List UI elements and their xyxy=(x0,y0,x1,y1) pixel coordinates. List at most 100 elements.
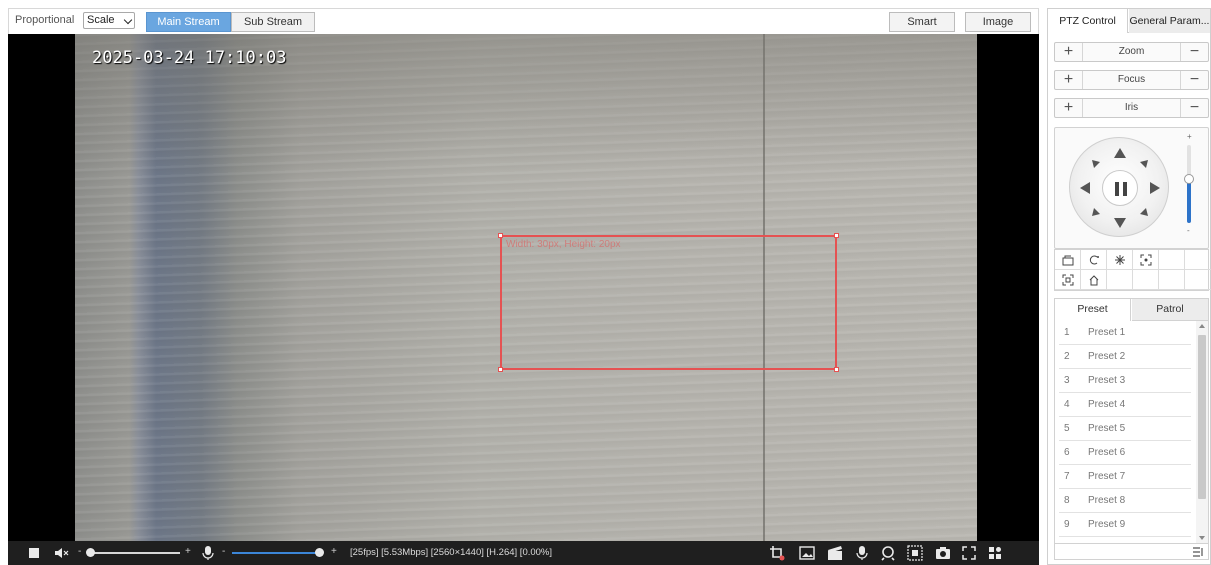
preset-scrollbar[interactable] xyxy=(1196,321,1208,543)
preset-section: Preset Patrol 1 Preset 1 2 Preset 2 3 Preset … xyxy=(1054,298,1209,560)
volume-track[interactable] xyxy=(88,552,180,554)
snapshot-gallery-icon[interactable] xyxy=(798,541,816,565)
tab-preset[interactable]: Preset xyxy=(1055,299,1131,321)
panel-tabs: PTZ Control General Param... xyxy=(1048,9,1210,33)
video-toolbar: Proportional Scale Main Stream Sub Strea… xyxy=(8,8,1039,34)
arrow-left-icon[interactable] xyxy=(1080,182,1090,194)
region-handle-bottom-left[interactable] xyxy=(498,367,503,372)
talk-microphone-icon[interactable] xyxy=(854,541,870,565)
region-handle-bottom-right[interactable] xyxy=(834,367,839,372)
zoom-control: + Zoom − xyxy=(1054,42,1209,62)
ptz-speed-slider[interactable] xyxy=(1184,145,1194,223)
playback-status-bar: - + - + [25fps] [5.53Mbps] [2560×1440] [… xyxy=(8,541,1039,565)
osd-timestamp: 2025-03-24 17:10:03 xyxy=(92,48,287,68)
preset-name: Preset 1 xyxy=(1088,327,1126,338)
ptz-direction-pad: + - xyxy=(1054,127,1209,249)
preset-item[interactable]: 1 Preset 1 xyxy=(1059,321,1191,345)
preset-item[interactable]: 2 Preset 2 xyxy=(1059,345,1191,369)
preset-footer xyxy=(1055,543,1208,559)
speed-minus-label: - xyxy=(1187,226,1190,235)
preset-number: 7 xyxy=(1064,471,1070,482)
mic-knob[interactable] xyxy=(315,548,324,557)
zoom-label: Zoom xyxy=(1118,46,1145,57)
tab-general-param[interactable]: General Param... xyxy=(1129,9,1210,33)
detection-region-box[interactable]: Width: 30px, Height: 20px xyxy=(498,233,839,372)
pause-button[interactable] xyxy=(1102,170,1138,206)
stream-info-text: [25fps] [5.53Mbps] [2560×1440] [H.264] [… xyxy=(350,547,553,558)
mic-plus: + xyxy=(331,546,337,557)
grid-empty-cell xyxy=(1185,250,1211,270)
grid-empty-cell xyxy=(1133,270,1159,290)
preset-name: Preset 4 xyxy=(1088,399,1126,410)
sub-stream-button[interactable]: Sub Stream xyxy=(231,12,315,32)
focus-near-button[interactable]: + xyxy=(1055,71,1083,89)
preset-item[interactable]: 7 Preset 7 xyxy=(1059,465,1191,489)
arrow-down-icon[interactable] xyxy=(1114,218,1126,228)
arrow-down-right-icon[interactable] xyxy=(1140,208,1148,216)
collapse-panel-icon[interactable] xyxy=(1192,546,1204,558)
speaker-muted-icon[interactable] xyxy=(54,541,70,565)
iris-close-button[interactable]: − xyxy=(1180,99,1208,117)
speed-plus-label: + xyxy=(1187,132,1192,141)
tab-ptz-control[interactable]: PTZ Control xyxy=(1048,9,1128,33)
record-clapper-icon[interactable] xyxy=(826,541,844,565)
scroll-up-icon[interactable] xyxy=(1196,321,1208,331)
chevron-down-icon xyxy=(123,15,133,25)
region-zoom-icon[interactable] xyxy=(1055,270,1081,290)
stop-icon[interactable] xyxy=(28,541,40,565)
iris-open-button[interactable]: + xyxy=(1055,99,1083,117)
ptz-speed-knob[interactable] xyxy=(1184,174,1194,184)
live-video-area[interactable]: Width: 30px, Height: 20px 2025-03-24 17:… xyxy=(8,34,1039,541)
preset-name: Preset 2 xyxy=(1088,351,1126,362)
focus-far-button[interactable]: − xyxy=(1180,71,1208,89)
preset-item[interactable]: 4 Preset 4 xyxy=(1059,393,1191,417)
light-icon[interactable] xyxy=(1107,250,1133,270)
zoom-out-button[interactable]: − xyxy=(1180,43,1208,61)
region-handle-top-right[interactable] xyxy=(834,233,839,238)
arrow-up-right-icon[interactable] xyxy=(1140,160,1148,168)
preset-item[interactable]: 5 Preset 5 xyxy=(1059,417,1191,441)
preset-name: Preset 6 xyxy=(1088,447,1126,458)
preset-item[interactable]: 8 Preset 8 xyxy=(1059,489,1191,513)
zoom-in-button[interactable]: + xyxy=(1055,43,1083,61)
preset-scroll-thumb[interactable] xyxy=(1198,335,1206,499)
camera-snapshot-icon[interactable] xyxy=(934,541,952,565)
image-button[interactable]: Image xyxy=(965,12,1031,32)
auto-focus-icon[interactable] xyxy=(1133,250,1159,270)
live-video-frame[interactable]: Width: 30px, Height: 20px xyxy=(75,34,977,541)
grid-empty-cell xyxy=(1159,270,1185,290)
scroll-down-icon[interactable] xyxy=(1196,533,1208,543)
smart-button[interactable]: Smart xyxy=(889,12,955,32)
microphone-icon[interactable] xyxy=(201,541,215,565)
preset-number: 8 xyxy=(1064,495,1070,506)
preset-item[interactable]: 6 Preset 6 xyxy=(1059,441,1191,465)
preset-name: Preset 8 xyxy=(1088,495,1126,506)
arrow-down-left-icon[interactable] xyxy=(1092,208,1100,216)
main-stream-button[interactable]: Main Stream xyxy=(146,12,231,32)
wiper-icon[interactable] xyxy=(1081,250,1107,270)
tab-patrol[interactable]: Patrol xyxy=(1132,299,1208,321)
region-handle-top-left[interactable] xyxy=(498,233,503,238)
direction-joystick[interactable] xyxy=(1069,137,1169,237)
scale-select[interactable]: Scale xyxy=(83,12,135,29)
ptz-panel: PTZ Control General Param... + Zoom − + … xyxy=(1047,8,1211,565)
preset-tabs: Preset Patrol xyxy=(1055,299,1208,321)
zoom-search-icon[interactable] xyxy=(880,541,898,565)
focus-control: + Focus − xyxy=(1054,70,1209,90)
arrow-up-icon[interactable] xyxy=(1114,148,1126,158)
region-focus-icon[interactable] xyxy=(906,541,924,565)
mic-minus: - xyxy=(222,546,226,557)
layout-grid-icon[interactable] xyxy=(986,541,1004,565)
crop-icon[interactable] xyxy=(768,541,786,565)
preset-number: 2 xyxy=(1064,351,1070,362)
preset-item[interactable]: 3 Preset 3 xyxy=(1059,369,1191,393)
volume-knob[interactable] xyxy=(86,548,95,557)
lock-icon[interactable] xyxy=(1055,250,1081,270)
arrow-right-icon[interactable] xyxy=(1150,182,1160,194)
fullscreen-icon[interactable] xyxy=(960,541,978,565)
preset-item[interactable]: 9 Preset 9 xyxy=(1059,513,1191,537)
preset-number: 1 xyxy=(1064,327,1070,338)
home-position-icon[interactable] xyxy=(1081,270,1107,290)
arrow-up-left-icon[interactable] xyxy=(1092,160,1100,168)
preset-name: Preset 7 xyxy=(1088,471,1126,482)
